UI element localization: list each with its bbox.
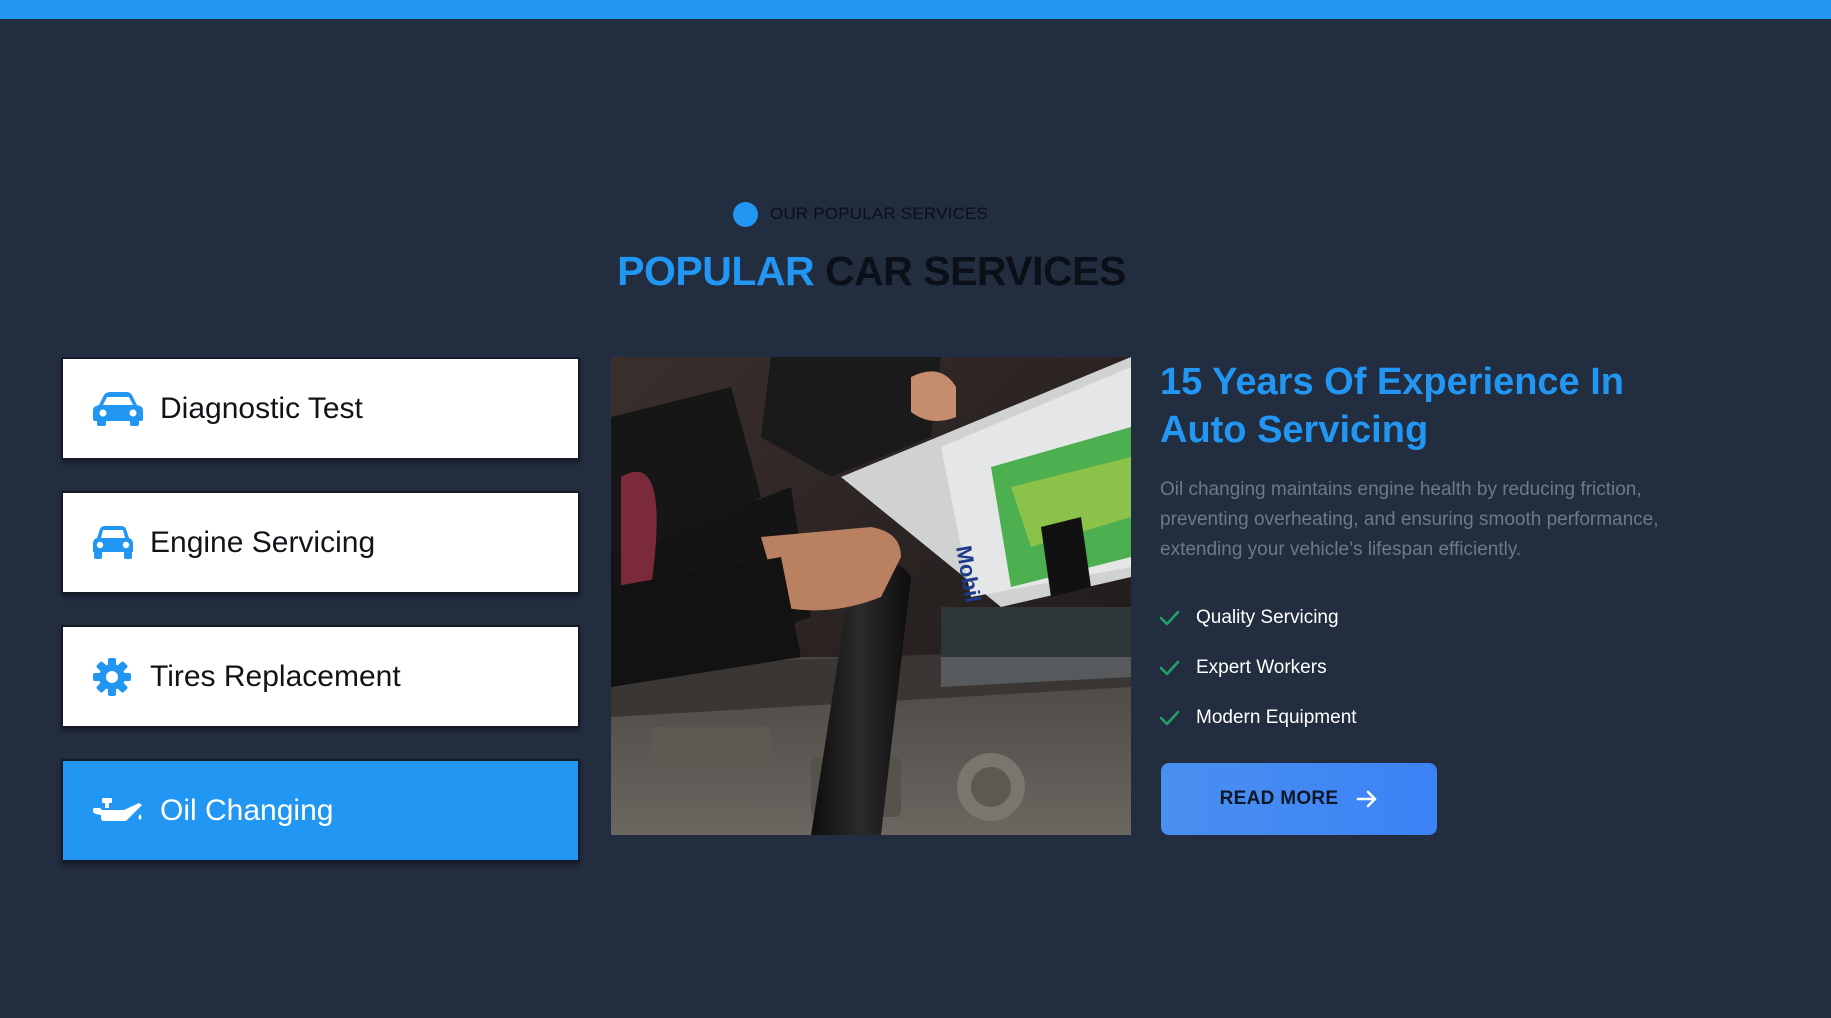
check-icon [1159,710,1180,726]
feature-label: Expert Workers [1196,657,1327,678]
feature-label: Modern Equipment [1196,707,1357,728]
dot-icon [733,201,758,227]
page: OUR POPULAR SERVICES POPULAR CAR SERVICE… [0,0,1831,1018]
feature-list: Quality Servicing Expert Workers Modern … [1158,593,1357,743]
check-icon [1159,660,1180,676]
heading-highlight: POPULAR [617,248,815,294]
top-accent-bar [0,0,1831,19]
check-icon [1159,610,1180,626]
read-more-button[interactable]: READ MORE [1161,763,1437,835]
car-front-icon [92,523,134,563]
service-tab-engine-servicing[interactable]: Engine Servicing [61,491,580,594]
car-icon [92,389,144,429]
eyebrow-label: OUR POPULAR SERVICES [770,204,989,223]
gear-icon [92,657,134,697]
arrow-right-icon [1357,790,1377,808]
section-heading: POPULAR CAR SERVICES [0,248,1743,295]
experience-description: Oil changing maintains engine health by … [1160,479,1659,560]
service-tab-label: Oil Changing [160,793,334,827]
section-eyebrow: OUR POPULAR SERVICES [733,201,988,227]
feature-item: Expert Workers [1158,643,1357,693]
read-more-label: READ MORE [1219,788,1339,809]
service-tab-label: Tires Replacement [150,659,401,693]
service-tab-tires-replacement[interactable]: Tires Replacement [61,625,580,728]
service-tab-oil-changing[interactable]: Oil Changing [61,759,580,862]
feature-item: Quality Servicing [1158,593,1357,643]
experience-title: 15 Years Of Experience In Auto Servicing [1160,361,1625,451]
oil-can-icon [92,791,144,831]
service-tab-diagnostic-test[interactable]: Diagnostic Test [61,357,580,460]
service-tab-label: Diagnostic Test [160,391,363,425]
service-photo: Mobil [611,357,1131,835]
heading-rest: CAR SERVICES [825,248,1126,294]
service-tab-label: Engine Servicing [150,525,376,559]
feature-label: Quality Servicing [1196,607,1339,628]
feature-item: Modern Equipment [1158,693,1357,743]
